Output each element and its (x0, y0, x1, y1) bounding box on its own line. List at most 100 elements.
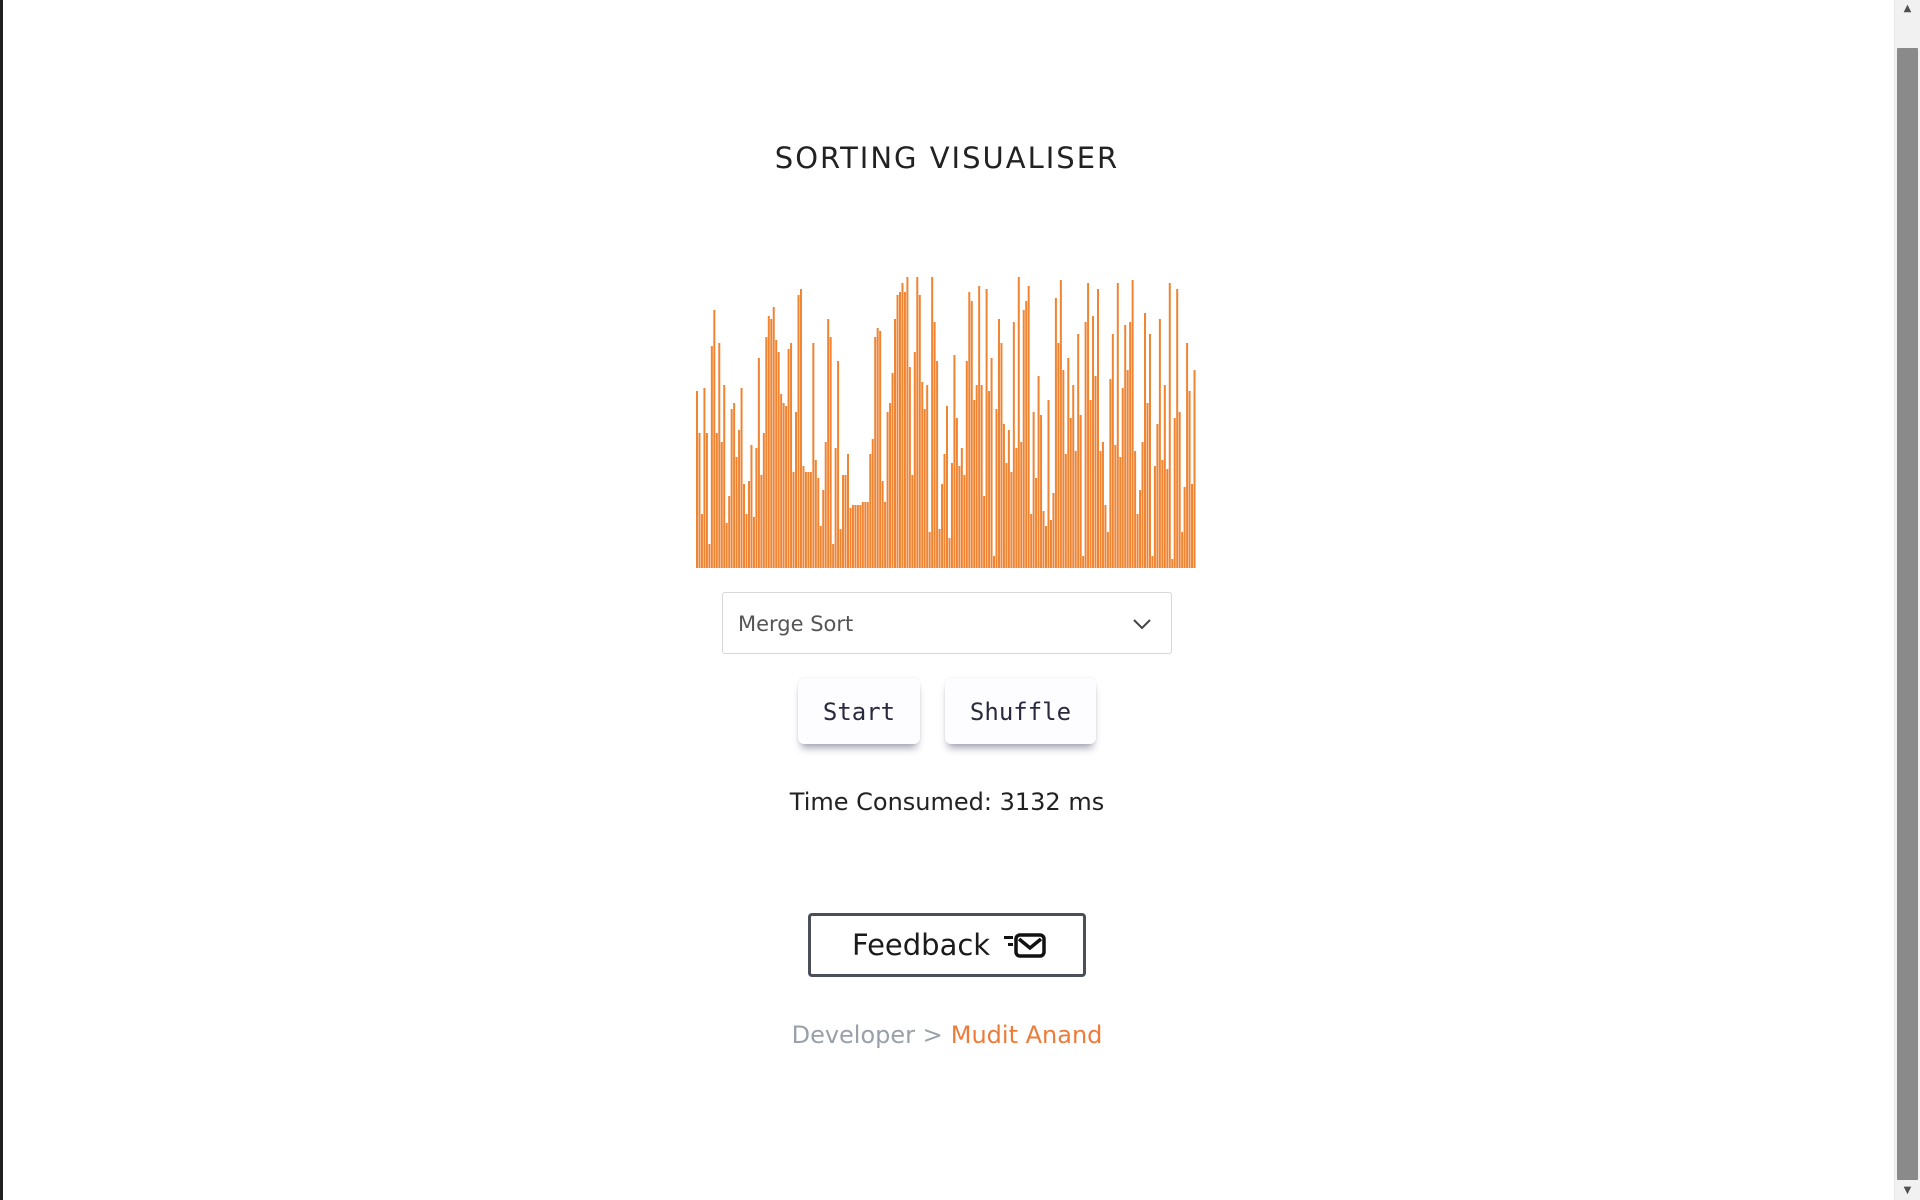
bar (854, 505, 857, 568)
bar (809, 472, 812, 568)
bar (777, 352, 780, 568)
bar (1166, 469, 1169, 568)
bar (780, 394, 783, 568)
bar (785, 406, 788, 568)
bar (1067, 358, 1070, 568)
bar (921, 382, 924, 568)
bar (760, 475, 763, 568)
bar (1049, 520, 1052, 568)
bar (817, 478, 820, 568)
bar (918, 295, 921, 568)
start-button[interactable]: Start (798, 678, 920, 744)
feedback-label: Feedback (852, 928, 991, 962)
bar (1188, 391, 1191, 568)
scrollbar-thumb[interactable] (1897, 48, 1918, 1180)
bar (812, 343, 815, 568)
bar (869, 454, 872, 568)
bar (1020, 442, 1023, 568)
bar (1025, 301, 1028, 568)
bar (740, 388, 743, 568)
developer-link[interactable]: Mudit Anand (951, 1021, 1103, 1049)
algorithm-select[interactable]: Merge Sort (722, 592, 1172, 654)
bar (1059, 280, 1062, 568)
bar (767, 316, 770, 568)
bar (1094, 376, 1097, 568)
bar (837, 361, 840, 568)
bar (1111, 334, 1114, 568)
bar (787, 349, 790, 568)
scroll-up-icon[interactable]: ▲ (1895, 0, 1920, 18)
bar (1047, 400, 1050, 568)
bar (995, 409, 998, 568)
bar (824, 442, 827, 568)
footer: Developer > Mudit Anand (0, 1021, 1894, 1049)
bar (1176, 289, 1179, 568)
bar (710, 346, 713, 568)
bar (851, 505, 854, 568)
page-title: SORTING VISUALISER (774, 141, 1120, 176)
bar (1057, 343, 1060, 568)
bar (1054, 298, 1057, 568)
bar (723, 385, 726, 568)
bar (988, 391, 991, 568)
bar (804, 472, 807, 568)
bar (1032, 412, 1035, 568)
bar (735, 457, 738, 568)
bar (950, 463, 953, 568)
bar (755, 448, 758, 568)
bar (1072, 385, 1075, 568)
bar (965, 361, 968, 568)
bar (795, 412, 798, 568)
bar (1017, 277, 1020, 568)
bar (886, 412, 889, 568)
bar (879, 331, 882, 568)
bar (1096, 289, 1099, 568)
bar (725, 523, 728, 568)
bar (881, 481, 884, 568)
bar (911, 475, 914, 568)
bar (772, 307, 775, 568)
bar (1099, 451, 1102, 568)
bar (797, 295, 800, 568)
bar (980, 385, 983, 568)
bar (1124, 325, 1127, 568)
bar (1074, 451, 1077, 568)
bar (997, 319, 1000, 568)
bar (1141, 442, 1144, 568)
bar (1134, 451, 1137, 568)
bar (946, 406, 948, 568)
bar (770, 319, 773, 568)
bar (891, 373, 894, 568)
bar (1144, 313, 1147, 568)
bar (896, 295, 899, 568)
bar (1104, 505, 1107, 568)
bar (958, 466, 961, 568)
bar (792, 472, 795, 568)
vertical-scrollbar[interactable]: ▲ ▼ (1894, 0, 1920, 1200)
bar (1042, 511, 1045, 568)
bar (889, 403, 892, 568)
bar (1186, 343, 1189, 568)
bar (978, 286, 981, 568)
bar (782, 403, 785, 568)
bar (941, 484, 944, 568)
bars-chart (696, 277, 1196, 568)
scroll-down-icon[interactable]: ▼ (1895, 1182, 1920, 1200)
bar (775, 340, 778, 568)
bar (906, 277, 909, 568)
bar (1126, 370, 1129, 568)
bar (844, 475, 847, 568)
bar (733, 403, 736, 568)
bar (1193, 370, 1196, 568)
bar (1045, 526, 1048, 568)
window-left-border (0, 0, 3, 1200)
bar (1129, 322, 1132, 568)
bar (990, 358, 993, 568)
bar (1163, 385, 1166, 568)
shuffle-button[interactable]: Shuffle (945, 678, 1096, 744)
bar (1168, 283, 1171, 568)
bar (916, 277, 919, 568)
bar (1173, 418, 1176, 568)
bar (1156, 424, 1159, 568)
feedback-button[interactable]: Feedback (808, 913, 1086, 977)
